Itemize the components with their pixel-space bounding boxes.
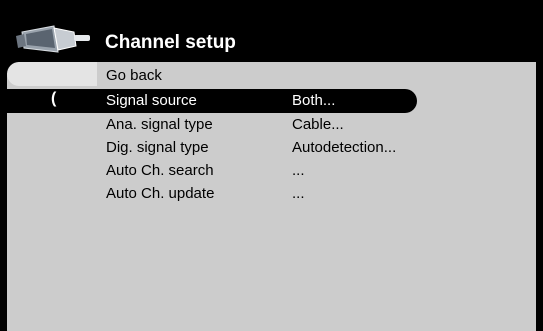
menu-value-auto-ch-update: ...: [292, 185, 305, 202]
plug-icon: [16, 25, 90, 53]
menu-header: Channel setup: [0, 0, 543, 62]
menu-item-ana-signal-type[interactable]: Ana. signal type: [106, 116, 213, 133]
menu-value-signal-source: Both...: [292, 92, 336, 109]
selected-row-bar: [7, 89, 417, 113]
menu-value-dig-signal-type: Autodetection...: [292, 139, 397, 156]
selection-caret: (: [51, 90, 57, 107]
menu-item-auto-ch-search[interactable]: Auto Ch. search: [106, 162, 214, 179]
go-back-item[interactable]: Go back: [106, 67, 162, 84]
menu-item-signal-source[interactable]: Signal source: [106, 92, 197, 109]
menu-value-auto-ch-search: ...: [292, 162, 305, 179]
menu-item-auto-ch-update[interactable]: Auto Ch. update: [106, 185, 214, 202]
go-back-highlight: [7, 62, 97, 86]
menu-value-ana-signal-type: Cable...: [292, 116, 344, 133]
menu-item-dig-signal-type[interactable]: Dig. signal type: [106, 139, 209, 156]
tv-menu-frame: Channel setup Go back ( Signal source Bo…: [0, 0, 543, 331]
page-title: Channel setup: [105, 32, 236, 53]
